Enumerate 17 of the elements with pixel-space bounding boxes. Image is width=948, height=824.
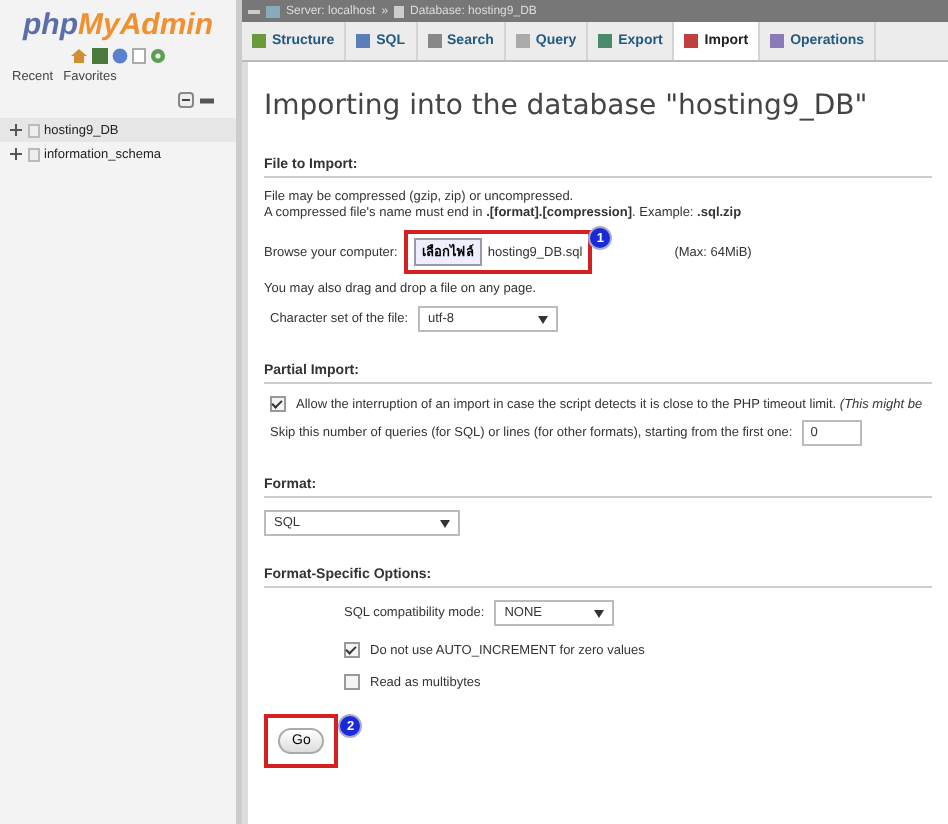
settings-icon[interactable]	[150, 48, 166, 64]
page-heading: Importing into the database "hosting9_DB"	[264, 88, 870, 126]
help-icon[interactable]	[112, 48, 128, 64]
document-icon[interactable]	[132, 48, 146, 64]
expand-icon[interactable]	[8, 146, 24, 162]
checkbox[interactable]	[344, 642, 360, 658]
server-icon	[266, 5, 280, 17]
expand-icon[interactable]	[8, 122, 24, 138]
caret-icon	[440, 519, 450, 527]
checkbox[interactable]	[344, 674, 360, 690]
collapse-icon[interactable]	[178, 92, 194, 108]
database-icon	[394, 5, 405, 17]
checkbox[interactable]	[270, 396, 286, 412]
caret-icon	[594, 609, 605, 617]
logo[interactable]: phpMyAdmin	[0, 8, 236, 42]
caret-icon	[538, 315, 549, 323]
home-icon[interactable]	[70, 48, 88, 64]
